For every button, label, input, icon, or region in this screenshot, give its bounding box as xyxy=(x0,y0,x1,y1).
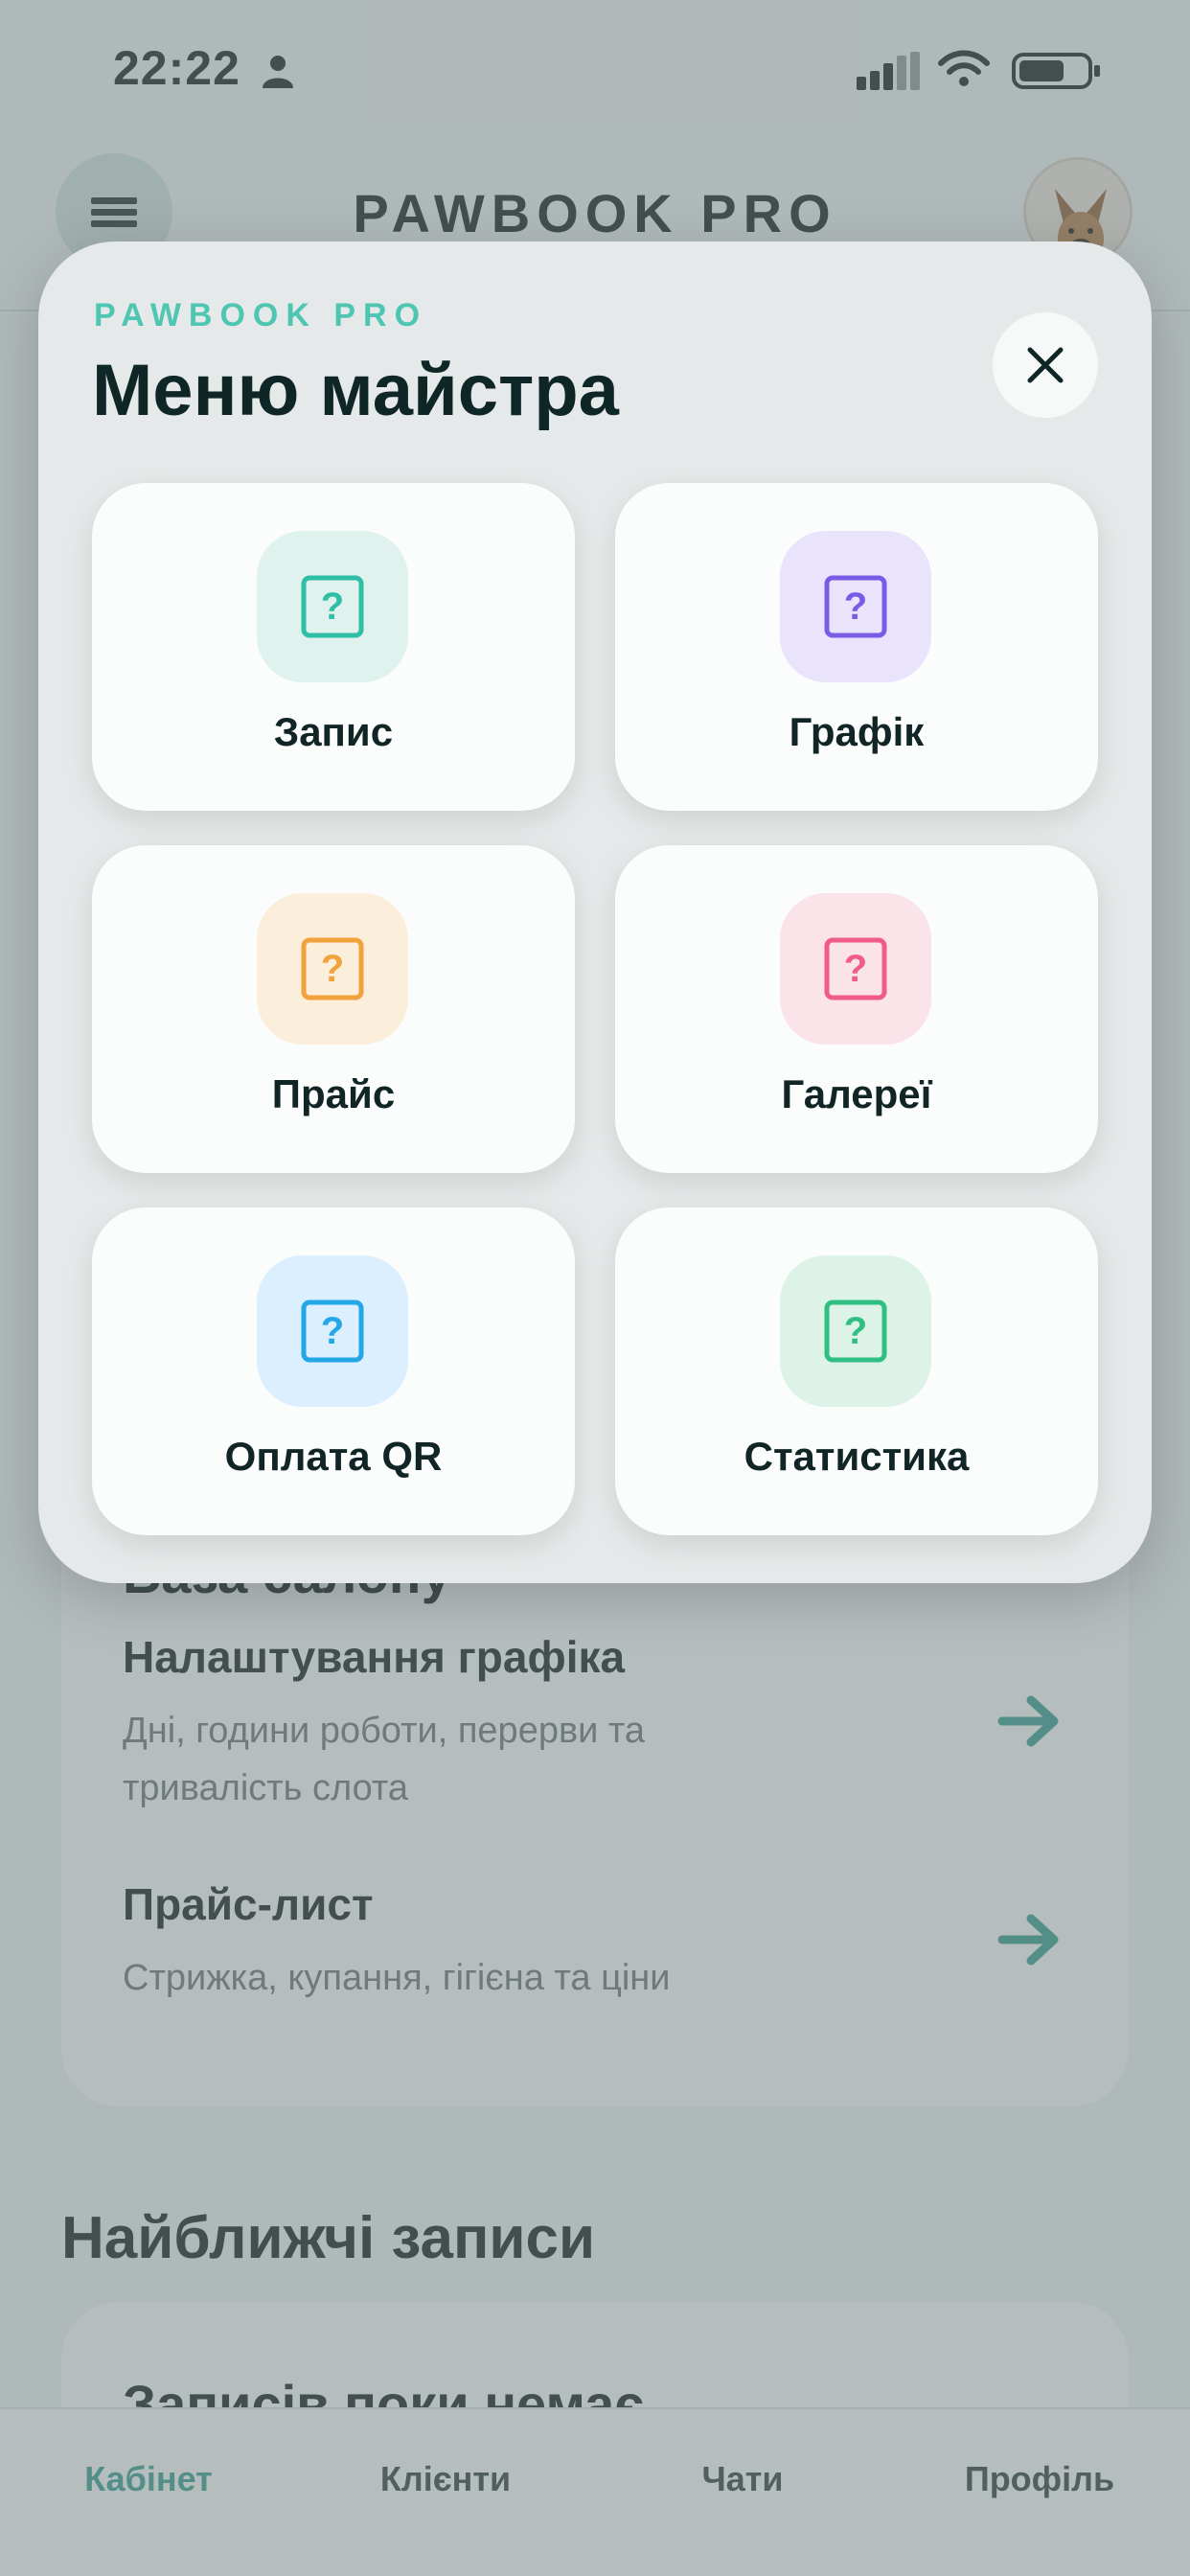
tile-icon-box: ? xyxy=(257,531,408,682)
svg-text:?: ? xyxy=(321,586,344,628)
master-menu-modal: PAWBOOK PRO Меню майстра ? Запис ? Графі… xyxy=(38,242,1152,1583)
close-button[interactable] xyxy=(993,312,1098,418)
placeholder-icon: ? xyxy=(824,937,887,1000)
placeholder-icon: ? xyxy=(301,1300,364,1363)
tile-icon-box: ? xyxy=(780,531,931,682)
tile-galleries[interactable]: ? Галереї xyxy=(615,845,1098,1173)
svg-text:?: ? xyxy=(321,948,344,990)
tile-icon-box: ? xyxy=(780,893,931,1045)
placeholder-icon: ? xyxy=(824,575,887,638)
placeholder-icon: ? xyxy=(301,937,364,1000)
close-icon xyxy=(1027,347,1064,383)
tile-statistics[interactable]: ? Статистика xyxy=(615,1208,1098,1535)
tile-label: Прайс xyxy=(271,1071,396,1116)
tile-booking[interactable]: ? Запис xyxy=(92,483,575,811)
tile-label: Галереї xyxy=(781,1071,932,1116)
svg-text:?: ? xyxy=(844,948,867,990)
tile-label: Статистика xyxy=(744,1434,970,1479)
tile-label: Запис xyxy=(273,709,394,754)
tile-icon-box: ? xyxy=(780,1255,931,1407)
app-screen: 22:22 xyxy=(0,0,1190,2576)
tile-schedule[interactable]: ? Графік xyxy=(615,483,1098,811)
modal-eyebrow: PAWBOOK PRO xyxy=(94,297,428,334)
svg-text:?: ? xyxy=(844,1310,867,1352)
placeholder-icon: ? xyxy=(824,1300,887,1363)
tile-price[interactable]: ? Прайс xyxy=(92,845,575,1173)
tile-label: Графік xyxy=(789,709,925,754)
placeholder-icon: ? xyxy=(301,575,364,638)
tile-qr-payment[interactable]: ? Оплата QR xyxy=(92,1208,575,1535)
tile-icon-box: ? xyxy=(257,1255,408,1407)
tile-icon-box: ? xyxy=(257,893,408,1045)
svg-text:?: ? xyxy=(844,586,867,628)
tile-label: Оплата QR xyxy=(224,1434,443,1479)
modal-title: Меню майстра xyxy=(92,350,619,431)
svg-text:?: ? xyxy=(321,1310,344,1352)
